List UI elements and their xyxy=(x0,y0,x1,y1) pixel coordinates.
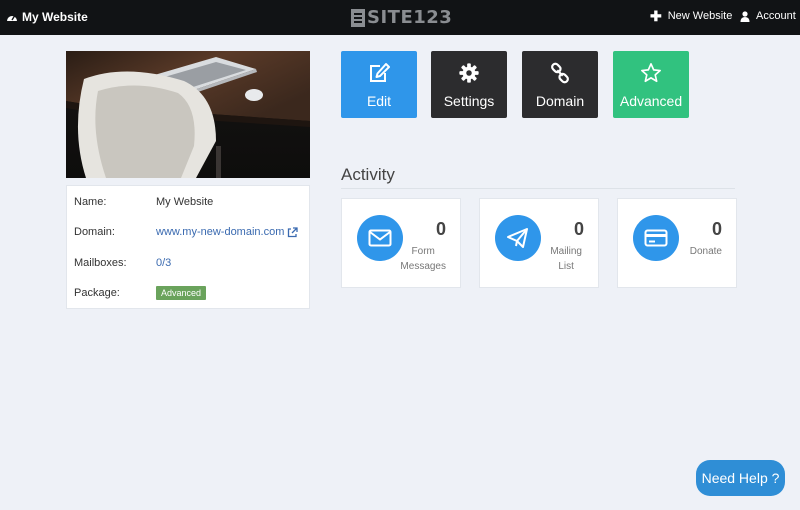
info-row-package: Package: Advanced xyxy=(74,285,301,301)
logo-mark-icon xyxy=(351,8,365,27)
external-link-icon xyxy=(288,226,299,237)
stat-card-donate[interactable]: 0 Donate xyxy=(617,198,737,288)
logo-text: SITE123 xyxy=(367,7,453,28)
info-row-name: Name: My Website xyxy=(74,194,301,210)
name-value: My Website xyxy=(156,196,214,208)
domain-label: Domain xyxy=(535,93,585,109)
new-website-button[interactable]: ✚ New Website xyxy=(650,8,733,24)
mailboxes-link[interactable]: 0/3 xyxy=(156,257,171,269)
stat-card-mailing-list[interactable]: 0 Mailing List xyxy=(479,198,599,288)
site-name: My Website xyxy=(22,10,88,24)
edit-label: Edit xyxy=(366,93,392,109)
stat-label: Form Messages xyxy=(400,244,446,274)
stat-count: 0 xyxy=(573,219,584,239)
dashboard-icon xyxy=(7,15,17,21)
stat-label-line1: Donate xyxy=(689,246,722,257)
user-icon xyxy=(740,10,750,22)
plus-icon: ✚ xyxy=(650,8,662,24)
settings-button[interactable]: Settings xyxy=(431,51,507,118)
stat-count: 0 xyxy=(435,219,446,239)
website-preview-image[interactable] xyxy=(66,51,310,178)
info-row-domain: Domain: www.my-new-domain.com xyxy=(74,224,301,240)
edit-button[interactable]: Edit xyxy=(341,51,417,118)
advanced-button[interactable]: Advanced xyxy=(613,51,689,118)
star-icon xyxy=(641,63,661,83)
package-label: Package: xyxy=(74,287,120,299)
edit-icon xyxy=(370,63,390,82)
advanced-label: Advanced xyxy=(619,93,683,109)
settings-label: Settings xyxy=(443,93,495,109)
stat-count: 0 xyxy=(711,219,722,239)
domain-label: Domain: xyxy=(74,226,115,238)
stat-icon-circle xyxy=(357,215,403,261)
activity-heading: Activity xyxy=(341,165,395,184)
new-website-label: New Website xyxy=(667,10,733,22)
website-info-card: Name: My Website Domain: www.my-new-doma… xyxy=(66,185,310,309)
domain-link[interactable]: www.my-new-domain.com xyxy=(156,226,299,238)
account-button[interactable]: Account xyxy=(740,10,796,22)
info-row-mailboxes: Mailboxes: 0/3 xyxy=(74,255,301,271)
stat-card-form-messages[interactable]: 0 Form Messages xyxy=(341,198,461,288)
stat-label-line1: Form xyxy=(411,246,435,257)
package-badge: Advanced xyxy=(156,286,207,300)
stat-label-line1: Mailing xyxy=(550,246,582,257)
desk-laptop-image xyxy=(66,51,310,178)
mailboxes-label: Mailboxes: xyxy=(74,257,127,269)
paper-plane-icon xyxy=(507,228,528,248)
stat-label-line2: List xyxy=(558,261,574,272)
domain-button[interactable]: Domain xyxy=(522,51,598,118)
my-website-menu[interactable]: My Website xyxy=(6,10,88,24)
chain-link-icon xyxy=(551,62,569,84)
activity-divider xyxy=(341,188,735,189)
top-navigation-bar: My Website SITE123 ✚ New Website Account xyxy=(0,0,800,35)
stat-label-line2: Messages xyxy=(400,261,446,272)
gear-icon xyxy=(459,63,479,83)
account-label: Account xyxy=(756,10,796,22)
stat-icon-circle xyxy=(495,215,541,261)
domain-value: www.my-new-domain.com xyxy=(156,226,285,238)
stat-label: Mailing List xyxy=(550,244,582,274)
stat-icon-circle xyxy=(633,215,679,261)
site123-logo[interactable]: SITE123 xyxy=(351,7,452,28)
stat-label: Donate xyxy=(690,244,722,259)
envelope-icon xyxy=(368,229,392,247)
name-label: Name: xyxy=(74,196,107,208)
need-help-button[interactable]: Need Help ? xyxy=(696,460,785,496)
credit-card-icon xyxy=(644,229,668,247)
